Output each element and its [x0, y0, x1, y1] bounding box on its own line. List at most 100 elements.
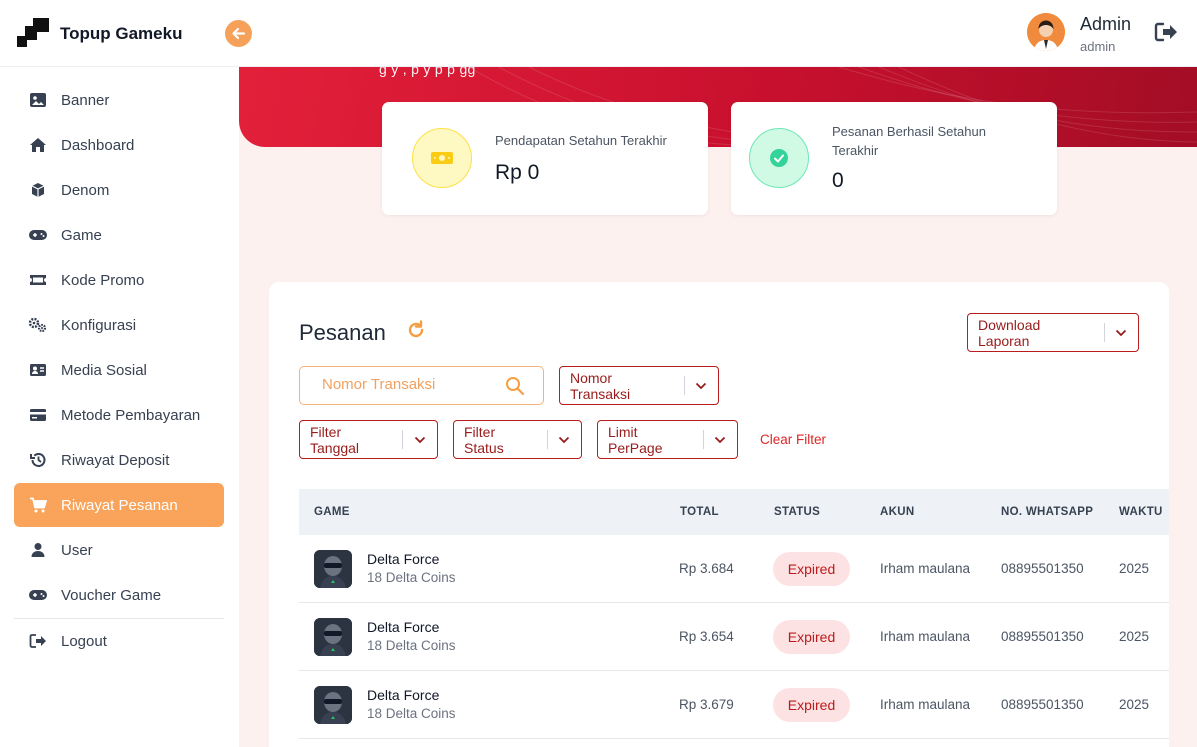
top-header: Topup Gameku Admin admin — [0, 0, 1197, 67]
table-row[interactable]: Delta Force 18 Delta Coins Rp 3.654 Expi… — [299, 603, 1169, 671]
sidebar-item-user[interactable]: User — [14, 528, 224, 572]
stat-value: 0 — [832, 169, 844, 192]
column-header-game[interactable]: GAME — [314, 506, 350, 518]
sidebar-item-label: User — [61, 541, 93, 559]
game-name: Delta Force — [367, 687, 440, 703]
sidebar-item-riwayat-deposit[interactable]: Riwayat Deposit — [14, 438, 224, 482]
stat-label: Pesanan Berhasil Setahun Terakhir — [832, 124, 986, 158]
column-header-total[interactable]: TOTAL — [680, 506, 719, 518]
chevron-down-icon[interactable] — [1105, 329, 1138, 337]
filter-date-label: Filter Tanggal — [310, 423, 360, 456]
id-card-icon — [28, 360, 48, 380]
cart-icon — [28, 495, 48, 515]
sidebar-item-label: Voucher Game — [61, 586, 162, 604]
logo-icon — [17, 18, 49, 48]
logout-icon[interactable] — [1153, 20, 1179, 44]
filter-date-select[interactable]: Filter Tanggal — [299, 420, 438, 459]
hero-text: g y , p y p p gg — [379, 67, 476, 77]
sidebar-item-label: Konfigurasi — [61, 316, 137, 334]
stat-value: Rp 0 — [495, 161, 540, 184]
table-header: GAME TOTAL STATUS AKUN NO. WHATSAPP WAKT… — [299, 489, 1169, 535]
column-header-whatsapp[interactable]: NO. WHATSAPP — [1001, 506, 1093, 518]
download-report-label: Download Laporan — [978, 316, 1041, 349]
sidebar-item-logout[interactable]: Logout — [14, 619, 224, 663]
chevron-down-icon[interactable] — [685, 382, 718, 390]
sidebar-item-konfigurasi[interactable]: Konfigurasi — [14, 303, 224, 347]
game-thumbnail — [314, 618, 352, 656]
limit-per-page-select[interactable]: Limit PerPage — [597, 420, 738, 459]
clear-filter-link[interactable]: Clear Filter — [760, 432, 826, 447]
gamepad-icon — [28, 585, 48, 605]
gamepad-icon — [28, 225, 48, 245]
history-icon — [28, 450, 48, 470]
logout-icon — [28, 631, 48, 651]
chevron-down-icon[interactable] — [403, 436, 437, 444]
user-name: Admin — [1080, 14, 1132, 34]
table-row[interactable]: Delta Force 18 Delta Coins Rp 3.684 Expi… — [299, 535, 1169, 603]
chevron-down-icon[interactable] — [548, 436, 581, 444]
game-item: 18 Delta Coins — [367, 638, 456, 653]
sidebar-item-banner[interactable]: Banner — [14, 78, 224, 122]
sidebar-item-label: Riwayat Deposit — [61, 451, 170, 469]
table-row[interactable]: Delta Force 18 Delta Coins Rp 3.679 Expi… — [299, 671, 1169, 739]
search-field-value: Nomor Transaksi — [570, 369, 631, 402]
cube-icon — [28, 180, 48, 200]
refresh-icon[interactable] — [406, 320, 426, 340]
game-item: 18 Delta Coins — [367, 570, 456, 585]
brand-name: Topup Gameku — [60, 24, 183, 43]
game-name: Delta Force — [367, 551, 440, 567]
search-field-select[interactable]: Nomor Transaksi — [559, 366, 719, 405]
sidebar-item-voucher-game[interactable]: Voucher Game — [14, 573, 224, 617]
sidebar-item-kode-promo[interactable]: Kode Promo — [14, 258, 224, 302]
order-total: Rp 3.679 — [679, 697, 734, 712]
page-title: Pesanan — [299, 320, 386, 345]
money-icon — [412, 128, 472, 188]
sidebar-item-label: Metode Pembayaran — [61, 406, 201, 424]
credit-card-icon — [28, 405, 48, 425]
stat-label: Pendapatan Setahun Terakhir — [495, 133, 667, 148]
game-name: Delta Force — [367, 619, 440, 635]
status-badge: Expired — [773, 552, 850, 586]
check-circle-icon — [749, 128, 809, 188]
ticket-icon — [28, 270, 48, 290]
home-icon — [28, 135, 48, 155]
sidebar-item-dashboard[interactable]: Dashboard — [14, 123, 224, 167]
column-header-status[interactable]: STATUS — [774, 506, 820, 518]
order-time: 2025 — [1119, 629, 1150, 644]
order-account: Irham maulana — [880, 629, 971, 644]
sidebar-item-riwayat-pesanan[interactable]: Riwayat Pesanan — [14, 483, 224, 527]
order-time: 2025 — [1119, 561, 1150, 576]
sidebar-item-label: Riwayat Pesanan — [61, 496, 178, 514]
search-icon[interactable] — [505, 376, 525, 396]
column-header-akun[interactable]: AKUN — [880, 506, 914, 518]
sidebar-item-label: Game — [61, 226, 102, 244]
sidebar-item-metode-pembayaran[interactable]: Metode Pembayaran — [14, 393, 224, 437]
chevron-down-icon[interactable] — [704, 436, 737, 444]
user-role: admin — [1080, 39, 1116, 54]
sidebar-item-label: Media Sosial — [61, 361, 147, 379]
order-account: Irham maulana — [880, 697, 971, 712]
sidebar-item-label: Kode Promo — [61, 271, 145, 289]
sidebar-item-media-sosial[interactable]: Media Sosial — [14, 348, 224, 392]
game-thumbnail — [314, 550, 352, 588]
column-header-waktu[interactable]: WAKTU — [1119, 506, 1163, 518]
search-box — [299, 366, 544, 405]
download-report-button[interactable]: Download Laporan — [967, 313, 1139, 352]
status-badge: Expired — [773, 688, 850, 722]
sidebar-item-game[interactable]: Game — [14, 213, 224, 257]
sidebar: Banner Dashboard Denom Game Kode Promo K… — [0, 67, 239, 747]
order-whatsapp: 08895501350 — [1001, 561, 1084, 576]
filter-status-select[interactable]: Filter Status — [453, 420, 582, 459]
orders-panel: Pesanan Download Laporan Nomor Transaksi… — [269, 282, 1169, 747]
sidebar-item-label: Logout — [61, 632, 107, 650]
arrow-left-icon[interactable] — [225, 20, 252, 47]
avatar[interactable] — [1027, 13, 1065, 51]
order-total: Rp 3.654 — [679, 629, 734, 644]
user-icon — [28, 540, 48, 560]
status-badge: Expired — [773, 620, 850, 654]
gears-icon — [28, 315, 48, 335]
search-input[interactable] — [322, 376, 492, 393]
sidebar-item-denom[interactable]: Denom — [14, 168, 224, 212]
filter-status-label: Filter Status — [464, 423, 504, 456]
image-icon — [28, 90, 48, 110]
